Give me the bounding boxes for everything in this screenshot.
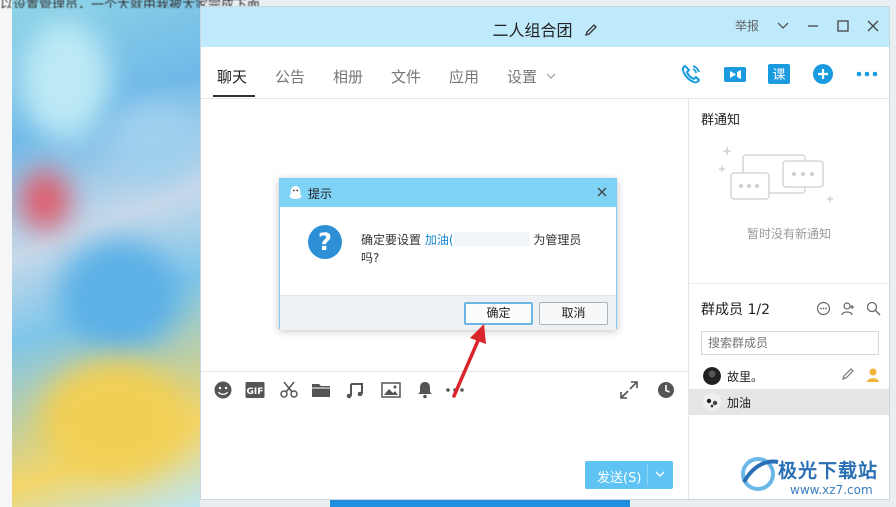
- member-chat-icon[interactable]: [816, 301, 831, 316]
- dialog-header: 提示: [280, 179, 616, 207]
- gif-icon[interactable]: GIF: [245, 381, 265, 399]
- notice-title: 群通知: [701, 113, 741, 128]
- music-icon[interactable]: [345, 381, 365, 399]
- chevron-down-icon[interactable]: [777, 22, 789, 30]
- bg-blob: [20, 170, 70, 230]
- svg-text:课: 课: [772, 68, 785, 83]
- window-controls: 举报: [735, 17, 879, 34]
- member-row[interactable]: 故里。: [689, 363, 889, 389]
- bg-blob: [60, 240, 180, 350]
- watermark-text: 极光下载站: [778, 460, 879, 482]
- add-member-icon[interactable]: [841, 301, 856, 316]
- cancel-button[interactable]: 取消: [539, 302, 608, 325]
- send-button[interactable]: 发送(S): [585, 461, 673, 489]
- bg-blob: [110, 100, 200, 180]
- confirm-dialog: 提示 ? 确定要设置 加油( 为管理员 吗? 确定 取消: [279, 178, 617, 330]
- question-icon: ?: [308, 225, 342, 259]
- send-divider: [647, 465, 648, 485]
- member-name: 故里。: [727, 369, 764, 384]
- minimize-icon[interactable]: [807, 20, 819, 32]
- emoji-icon[interactable]: [213, 381, 233, 399]
- image-icon[interactable]: [381, 381, 401, 399]
- avatar: [703, 393, 721, 411]
- tab-chat[interactable]: 聊天: [217, 66, 247, 87]
- message-prefix: 确定要设置: [361, 233, 425, 247]
- tab-bar: 聊天 公告 相册 文件 应用 设置 课: [201, 47, 889, 99]
- report-button[interactable]: 举报: [735, 17, 759, 34]
- redacted-id: [453, 232, 530, 246]
- panel-divider: [689, 283, 889, 284]
- message-suffix: 为管理员: [529, 233, 582, 247]
- active-tab-indicator: [213, 95, 255, 97]
- maximize-icon[interactable]: [837, 19, 849, 32]
- dialog-body: ? 确定要设置 加油( 为管理员 吗?: [280, 207, 616, 295]
- members-title: 群成员 1/2: [701, 302, 770, 318]
- member-row-actions: [841, 367, 881, 383]
- edit-icon[interactable]: [841, 367, 855, 381]
- class-icon[interactable]: 课: [767, 63, 791, 85]
- tab-actions: 课: [679, 63, 879, 85]
- avatar: [703, 367, 721, 385]
- folder-icon[interactable]: [311, 381, 331, 399]
- group-side-panel: 群通知 暂时没有新通知 群成员 1/2 故里。: [688, 99, 889, 499]
- background-edge: [0, 0, 12, 507]
- bg-blob: [40, 360, 190, 480]
- video-call-icon[interactable]: [723, 63, 747, 85]
- watermark-url: www.xz7.com: [790, 483, 873, 497]
- svg-text:GIF: GIF: [247, 387, 264, 397]
- member-link[interactable]: 加油(: [425, 233, 454, 247]
- history-icon[interactable]: [656, 381, 676, 399]
- composer-toolbar: GIF: [201, 371, 688, 407]
- send-button-label: 发送(S): [597, 471, 642, 486]
- tab-apps[interactable]: 应用: [449, 66, 479, 87]
- member-search-input[interactable]: [701, 331, 879, 355]
- phone-call-icon[interactable]: [679, 63, 703, 85]
- search-icon[interactable]: [866, 301, 881, 316]
- add-circle-icon[interactable]: [811, 63, 835, 85]
- members-actions: [816, 301, 881, 316]
- bell-icon[interactable]: [415, 381, 435, 399]
- owner-badge-icon: [867, 368, 879, 382]
- dialog-title: 提示: [308, 187, 333, 201]
- chevron-down-icon[interactable]: [653, 467, 667, 481]
- expand-icon[interactable]: [619, 381, 639, 399]
- watermark-logo-icon: [741, 457, 779, 491]
- site-watermark: 极光下载站 www.xz7.com: [736, 452, 892, 504]
- title-bar: 二人组合团 举报: [201, 7, 889, 47]
- blurred-background: [0, 0, 200, 507]
- dialog-message: 确定要设置 加油( 为管理员 吗?: [361, 231, 601, 267]
- group-name: 二人组合团: [492, 21, 573, 40]
- close-icon[interactable]: [596, 186, 608, 198]
- tab-settings-label: 设置: [507, 68, 538, 86]
- member-row[interactable]: 加油: [689, 389, 889, 415]
- more-icon[interactable]: [855, 63, 879, 85]
- tab-announcement[interactable]: 公告: [275, 66, 305, 87]
- scissors-icon[interactable]: [279, 381, 299, 399]
- tab-settings[interactable]: 设置: [507, 66, 556, 87]
- dialog-footer: 确定 取消: [280, 295, 616, 330]
- empty-notice-illustration: [719, 147, 833, 202]
- tab-files[interactable]: 文件: [391, 66, 421, 87]
- message-end: 吗?: [361, 251, 380, 265]
- chevron-down-icon: [546, 73, 556, 79]
- close-icon[interactable]: [867, 20, 879, 32]
- tab-album[interactable]: 相册: [333, 66, 363, 87]
- svg-text:?: ?: [318, 228, 332, 256]
- confirm-button[interactable]: 确定: [464, 302, 533, 325]
- more-tools-icon[interactable]: [445, 381, 465, 399]
- qq-logo-icon: [289, 186, 302, 199]
- empty-notice-text: 暂时没有新通知: [746, 227, 831, 241]
- member-name: 加油: [727, 395, 752, 410]
- bg-blob: [20, 20, 110, 140]
- taskbar-strip: [330, 500, 630, 507]
- edit-name-icon[interactable]: [584, 23, 598, 37]
